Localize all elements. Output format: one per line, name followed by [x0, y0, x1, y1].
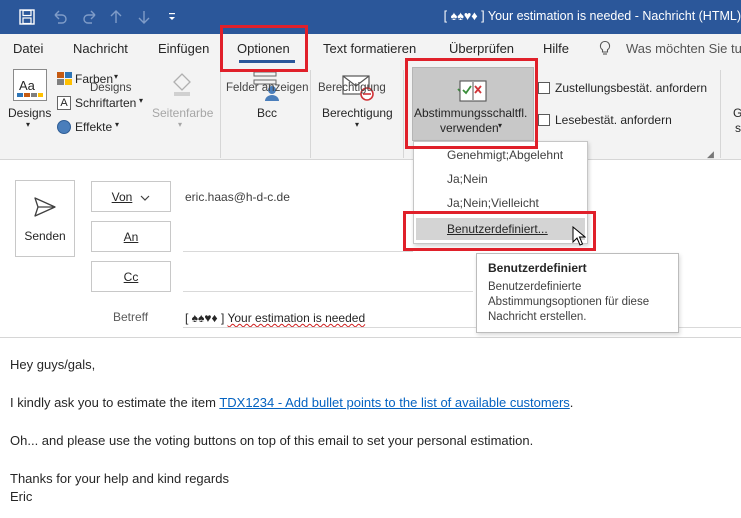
- tab-hilfe[interactable]: Hilfe: [543, 41, 569, 56]
- menu-item-benutzerdefiniert[interactable]: Benutzerdefiniert...: [447, 222, 548, 236]
- customize-qat-icon[interactable]: [164, 0, 180, 34]
- tab-datei[interactable]: Datei: [13, 41, 43, 56]
- to-field[interactable]: [183, 251, 413, 252]
- redo-icon[interactable]: [78, 0, 102, 34]
- subject-label: Betreff: [113, 310, 149, 324]
- chevron-down-icon: ▾: [178, 120, 183, 129]
- tab-nachricht[interactable]: Nachricht: [73, 41, 128, 56]
- paint-bucket-icon: [170, 70, 194, 98]
- felder-anzeigen-group-label: Felder anzeigen: [226, 82, 309, 94]
- partial-label-line2: s: [735, 121, 741, 135]
- designs-button[interactable]: Designs: [8, 106, 51, 120]
- subject-prefix: [ ♠♠♥♦ ]: [185, 311, 225, 325]
- window-title: [ ♠♠♥♦ ] Your estimation is needed - Nac…: [443, 9, 741, 23]
- effects-icon: [57, 120, 71, 134]
- tooltip-description: Benutzerdefinierte Abstimmungsoptionen f…: [488, 281, 650, 323]
- subject-field[interactable]: [ ♠♠♥♦ ] Your estimation is needed: [185, 311, 365, 325]
- chevron-down-icon: ▾: [114, 72, 119, 81]
- tab-ueberpruefen[interactable]: Überprüfen: [449, 41, 514, 56]
- body-signature: Eric: [10, 489, 33, 504]
- color-palette-icon: [57, 72, 72, 85]
- chevron-down-icon: ▾: [115, 120, 120, 129]
- tab-optionen[interactable]: Optionen: [237, 41, 290, 56]
- group-separator: [220, 70, 221, 158]
- berechtigung-button[interactable]: Berechtigung: [322, 106, 393, 120]
- body-greeting: Hey guys/gals,: [10, 357, 96, 372]
- zustellung-checkbox[interactable]: [538, 82, 550, 94]
- menu-item-genehmigt-abgelehnt[interactable]: Genehmigt;Abgelehnt: [447, 148, 563, 162]
- group-separator: [720, 70, 721, 158]
- seitenfarbe-button[interactable]: Seitenfarbe: [152, 106, 213, 120]
- lese-checkbox[interactable]: [538, 114, 550, 126]
- svg-text:Aa: Aa: [19, 78, 36, 93]
- save-icon[interactable]: [12, 0, 42, 34]
- schriftarten-button[interactable]: Schriftarten: [75, 96, 136, 110]
- arrow-down-icon[interactable]: [134, 0, 154, 34]
- font-icon: A: [57, 96, 71, 110]
- send-button[interactable]: Senden: [15, 180, 75, 257]
- header-body-divider: [0, 337, 741, 338]
- body-ask-suffix: .: [569, 395, 574, 410]
- title-bar: [ ♠♠♥♦ ] Your estimation is needed - Nac…: [0, 0, 741, 34]
- menu-item-ja-nein[interactable]: Ja;Nein: [447, 172, 488, 186]
- group-separator: [403, 70, 404, 158]
- cc-label: Cc: [123, 269, 139, 284]
- mouse-cursor-icon: [572, 225, 587, 246]
- effekte-button[interactable]: Effekte: [75, 120, 112, 134]
- lese-label: Lesebestät. anfordern: [555, 113, 672, 127]
- ribbon-tabs: Datei Nachricht Einfügen Optionen Text f…: [0, 34, 741, 64]
- abstimmung-label-line1: Abstimmungsschaltfl.: [414, 106, 528, 120]
- tooltip-title: Benutzerdefiniert: [488, 261, 587, 275]
- bcc-button[interactable]: Bcc: [257, 106, 277, 120]
- subject-text: Your estimation is needed: [227, 311, 366, 325]
- chevron-down-icon: ▾: [139, 96, 144, 105]
- body-thanks: Thanks for your help and kind regards: [10, 471, 229, 486]
- item-link[interactable]: TDX1234 - Add bullet points to the list …: [219, 395, 569, 410]
- chevron-down-icon: ▾: [355, 120, 360, 129]
- send-label: Senden: [24, 229, 66, 243]
- undo-icon[interactable]: [48, 0, 72, 34]
- dialog-launcher-icon[interactable]: ◢: [707, 149, 714, 160]
- from-value: eric.haas@h-d-c.de: [185, 190, 290, 204]
- body-ask-prefix: I kindly ask you to estimate the item: [10, 395, 220, 410]
- group-separator: [310, 70, 311, 158]
- from-button[interactable]: Von: [91, 181, 171, 212]
- tab-einfuegen[interactable]: Einfügen: [158, 41, 209, 56]
- voting-dropdown-menu: Genehmigt;Abgelehnt Ja;Nein Ja;Nein;Viel…: [413, 141, 588, 244]
- abstimmung-label-line2: verwenden: [440, 121, 499, 135]
- tell-me-input[interactable]: Was möchten Sie tu: [626, 41, 741, 56]
- zustellung-label: Zustellungsbestät. anfordern: [555, 81, 708, 95]
- to-button[interactable]: An: [91, 221, 171, 252]
- active-tab-indicator: [239, 60, 295, 63]
- tooltip: Benutzerdefiniert Benutzerdefinierte Abs…: [476, 253, 679, 333]
- cc-field[interactable]: [183, 291, 473, 292]
- chevron-down-icon: ▾: [498, 121, 503, 130]
- cc-button[interactable]: Cc: [91, 261, 171, 292]
- lightbulb-icon: [598, 40, 612, 59]
- designs-icon[interactable]: Aa: [13, 69, 47, 101]
- send-icon: [33, 196, 57, 218]
- designs-group-label: Designs: [90, 82, 132, 94]
- from-label: Von: [111, 189, 133, 204]
- chevron-down-icon: ▾: [26, 120, 31, 129]
- chevron-down-icon: [140, 190, 150, 204]
- menu-item-ja-nein-vielleicht[interactable]: Ja;Nein;Vielleicht: [447, 196, 539, 210]
- partial-label-line1: G: [733, 106, 741, 120]
- to-label: An: [123, 229, 139, 244]
- body-voting-hint: Oh... and please use the voting buttons …: [10, 433, 534, 448]
- tab-text-formatieren[interactable]: Text formatieren: [323, 41, 416, 56]
- arrow-up-icon[interactable]: [106, 0, 126, 34]
- berechtigung-group-label: Berechtigung: [318, 82, 386, 94]
- voting-ballot-icon: [456, 73, 488, 103]
- body-ask-line: I kindly ask you to estimate the item TD…: [10, 395, 573, 410]
